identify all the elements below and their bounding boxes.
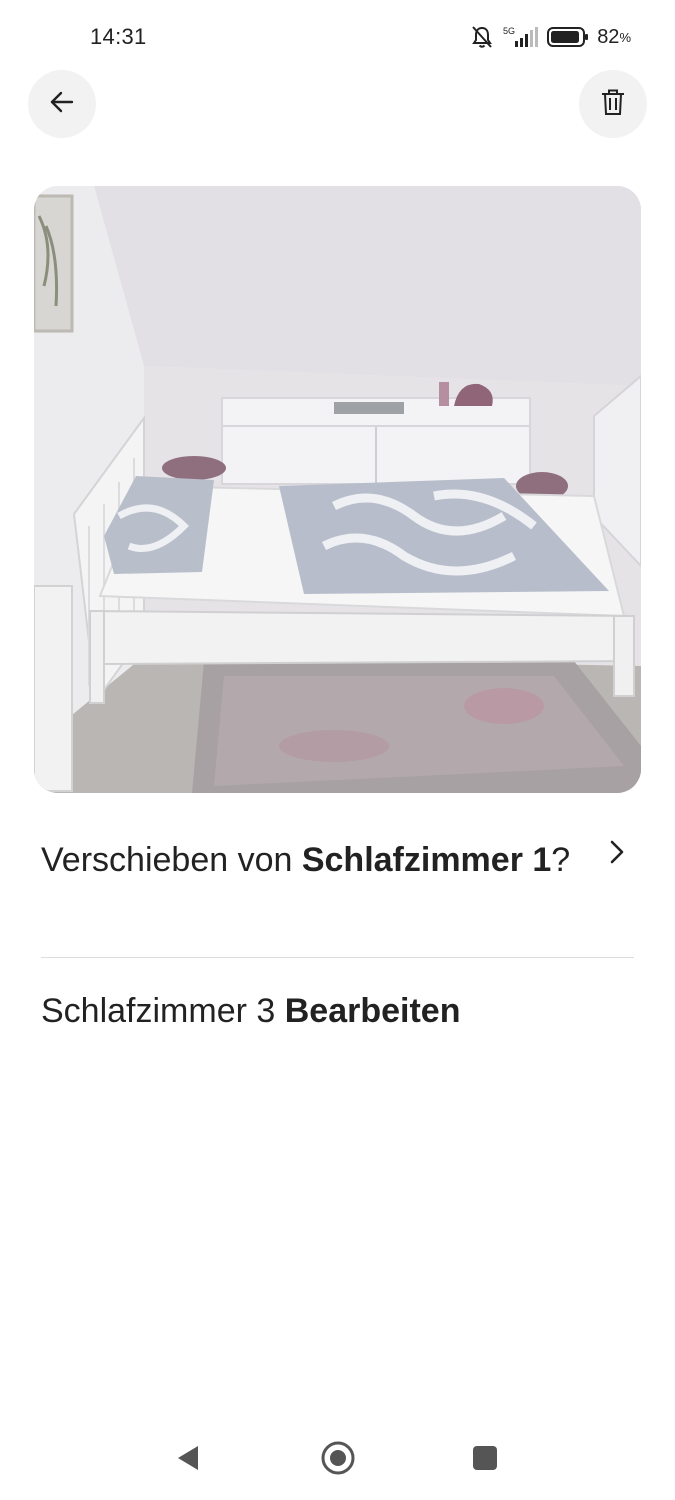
move-room-name: Schlafzimmer 1 — [301, 841, 552, 879]
edit-room-row[interactable]: Schlafzimmer 3 Bearbeiten — [41, 988, 460, 1034]
bedroom-illustration — [34, 186, 641, 793]
room-photo[interactable] — [34, 186, 641, 793]
battery-percent: 82% — [597, 26, 631, 49]
chevron-right-icon — [606, 838, 630, 871]
battery-icon — [547, 26, 589, 48]
status-time: 14:31 — [90, 24, 147, 49]
system-nav-bar — [0, 1420, 675, 1500]
trash-icon — [600, 88, 626, 121]
status-icons: 5G 82% — [469, 24, 631, 50]
edit-action-label[interactable]: Bearbeiten — [285, 992, 461, 1030]
move-prefix: Verschieben von — [41, 841, 302, 879]
arrow-left-icon — [48, 88, 76, 121]
nav-back-icon — [174, 1443, 202, 1478]
battery-percent-unit: % — [619, 29, 631, 45]
status-bar: 14:31 5G 82 % — [0, 0, 675, 76]
back-button[interactable] — [28, 70, 96, 138]
nav-recents-button[interactable] — [463, 1438, 507, 1482]
nav-home-icon — [320, 1440, 356, 1481]
nav-back-button[interactable] — [166, 1438, 210, 1482]
battery-percent-value: 82 — [597, 25, 620, 48]
signal-icon: 5G — [503, 25, 539, 49]
nav-home-button[interactable] — [316, 1438, 360, 1482]
edit-room-name: Schlafzimmer 3 — [41, 992, 285, 1030]
delete-button[interactable] — [579, 70, 647, 138]
bell-muted-icon — [469, 24, 495, 50]
move-suffix: ? — [551, 841, 571, 879]
network-type: 5G — [503, 26, 515, 36]
move-room-row[interactable]: Verschieben von Schlafzimmer 1? — [41, 836, 634, 958]
move-room-text: Verschieben von Schlafzimmer 1? — [41, 836, 586, 884]
nav-recents-icon — [471, 1444, 499, 1477]
